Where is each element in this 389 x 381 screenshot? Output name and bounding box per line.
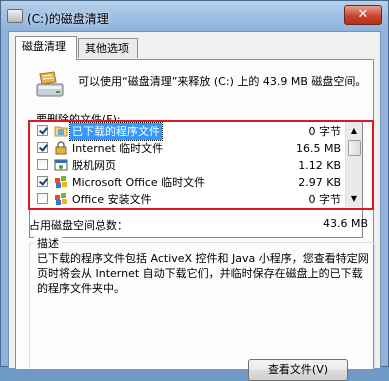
file-size: 1.12 KB (298, 159, 341, 172)
close-button[interactable]: ✕ (344, 5, 382, 25)
checkbox[interactable] (37, 159, 48, 170)
list-scrollbar[interactable]: ▲ ▼ (345, 122, 362, 207)
file-size: 2.97 KB (298, 176, 341, 189)
office-icon (55, 176, 67, 188)
scroll-down-icon[interactable]: ▼ (346, 190, 362, 207)
description-title: 描述 (34, 235, 62, 251)
list-item[interactable]: 已下载的程序文件 0 字节 (30, 122, 345, 141)
total-space-label: 占用磁盘空间总数： (29, 219, 128, 232)
checkbox[interactable] (37, 176, 48, 187)
scroll-up-icon[interactable]: ▲ (346, 122, 362, 139)
disk-cleanup-icon (36, 71, 64, 97)
file-size: 16.5 MB (295, 142, 341, 155)
disk-cleanup-app-icon (7, 9, 23, 23)
scroll-thumb[interactable] (348, 140, 361, 156)
file-name: Office 安装文件 (72, 193, 152, 206)
folder-icon (54, 126, 68, 137)
offline-page-icon (54, 159, 68, 171)
file-name: Microsoft Office 临时文件 (72, 176, 206, 189)
disk-cleanup-window: (C:)的磁盘清理 ✕ 磁盘清理 其他选项 可以使用“磁盘清理”来释放 (C:)… (0, 0, 389, 381)
window-title: (C:)的磁盘清理 (27, 12, 109, 26)
lock-icon (55, 141, 67, 155)
list-item[interactable]: Office 安装文件 0 字节 (30, 191, 345, 208)
checkbox[interactable] (37, 125, 48, 136)
description-text: 已下载的程序文件包括 ActiveX 控件和 Java 小程序，您查看特定网页时… (37, 252, 369, 295)
tab-more-options[interactable]: 其他选项 (78, 38, 138, 58)
title-bar[interactable]: (C:)的磁盘清理 ✕ (1, 1, 388, 31)
info-text: 可以使用“磁盘清理”来释放 (C:) 上的 43.9 MB 磁盘空间。 (78, 75, 367, 88)
tab-disk-cleanup[interactable]: 磁盘清理 (15, 36, 77, 60)
list-item[interactable]: 脱机网页 1.12 KB (30, 157, 345, 174)
file-size: 0 字节 (308, 193, 342, 206)
view-files-button[interactable]: 查看文件(V) (248, 359, 348, 381)
list-item[interactable]: Internet 临时文件 16.5 MB (30, 140, 345, 157)
dialog-client: 磁盘清理 其他选项 可以使用“磁盘清理”来释放 (C:) 上的 43.9 MB … (8, 31, 381, 381)
list-item[interactable]: Microsoft Office 临时文件 2.97 KB (30, 174, 345, 191)
file-name: 已下载的程序文件 (69, 122, 163, 141)
file-name: 脱机网页 (72, 159, 116, 172)
total-space-value: 43.6 MB (322, 217, 368, 230)
file-name: Internet 临时文件 (72, 142, 164, 155)
file-size: 0 字节 (308, 125, 342, 138)
checkbox[interactable] (37, 142, 48, 153)
checkbox[interactable] (37, 193, 48, 204)
office-setup-icon (55, 193, 67, 205)
